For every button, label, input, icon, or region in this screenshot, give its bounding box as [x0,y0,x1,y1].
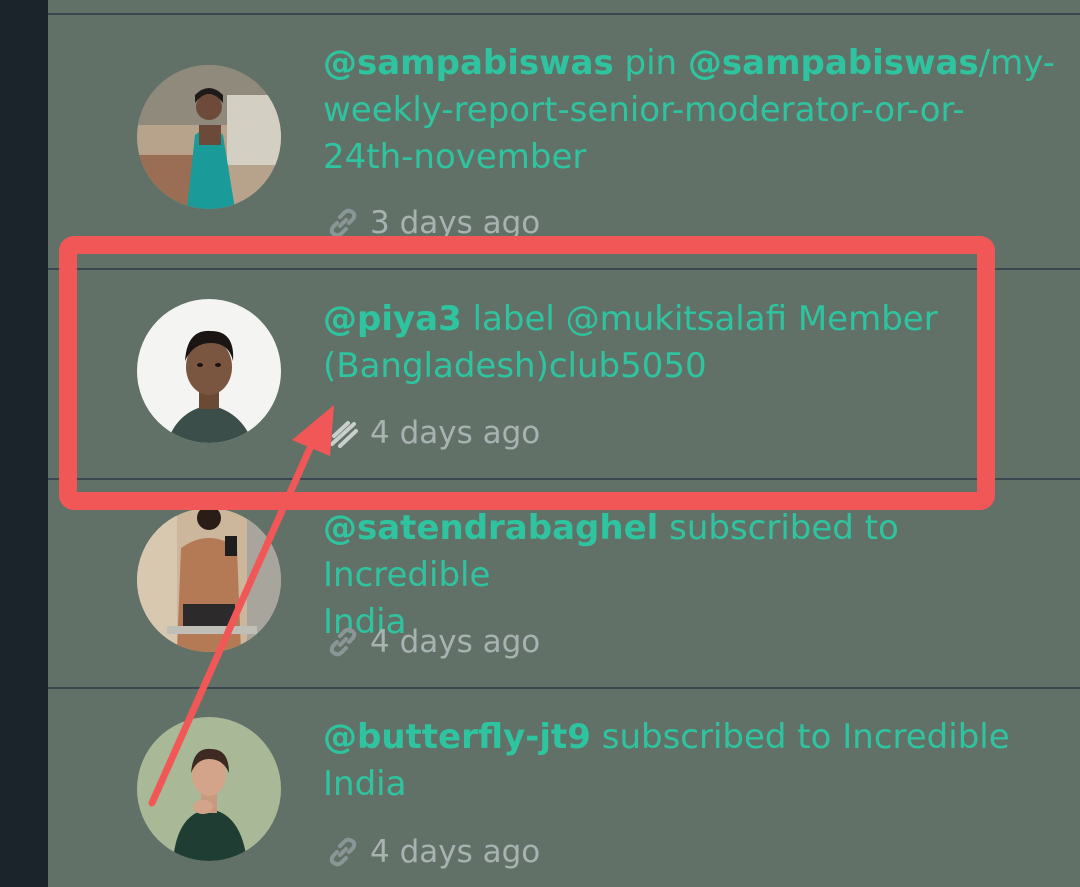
target-permlink[interactable]: /my- [979,43,1055,83]
activity-meta: 4 days ago [326,832,540,872]
username-link[interactable]: @sampabiswas [323,43,614,83]
divider [48,268,1080,270]
username-link[interactable]: @butterfly-jt9 [323,717,591,757]
timestamp: 3 days ago [370,205,541,241]
avatar[interactable] [137,65,281,209]
link-icon [326,625,360,659]
avatar[interactable] [137,508,281,652]
target-permlink[interactable]: 24th-november [323,134,1063,181]
subscribed-community-link[interactable]: India [323,761,1063,808]
divider [48,478,1080,480]
activity-meta: 3 days ago [326,203,540,243]
activity-meta: 4 days ago [326,622,540,662]
link-icon [326,835,360,869]
target-username-link[interactable]: @sampabiswas [688,43,979,83]
target-permlink[interactable]: weekly-report-senior-moderator-or-or- [323,87,1063,134]
divider [48,687,1080,689]
username-link[interactable]: @satendrabaghel [323,508,658,548]
activity-text: @butterfly-jt9 subscribed to Incredible … [323,714,1063,808]
timestamp: 4 days ago [370,624,541,660]
action-verb: label [472,299,555,339]
label-icon [326,416,360,450]
timestamp: 4 days ago [370,834,541,870]
activity-meta: 4 days ago [326,413,540,453]
avatar[interactable] [137,717,281,861]
timestamp: 4 days ago [370,415,541,451]
left-rail [0,0,48,887]
label-target-link[interactable]: @mukitsalafi Member [566,299,938,339]
activity-feed-screen: @sampabiswas pin @sampabiswas/my- weekly… [0,0,1080,887]
link-icon [326,206,360,240]
activity-text: @sampabiswas pin @sampabiswas/my- weekly… [323,40,1063,181]
activity-text: @piya3 label @mukitsalafi Member (Bangla… [323,296,1063,390]
subscribed-community-link[interactable]: subscribed to Incredible [602,717,1010,757]
avatar[interactable] [137,299,281,443]
label-target-link[interactable]: (Bangladesh)club5050 [323,343,1063,390]
action-verb: pin [624,43,678,83]
username-link[interactable]: @piya3 [323,299,462,339]
divider [48,13,1080,15]
